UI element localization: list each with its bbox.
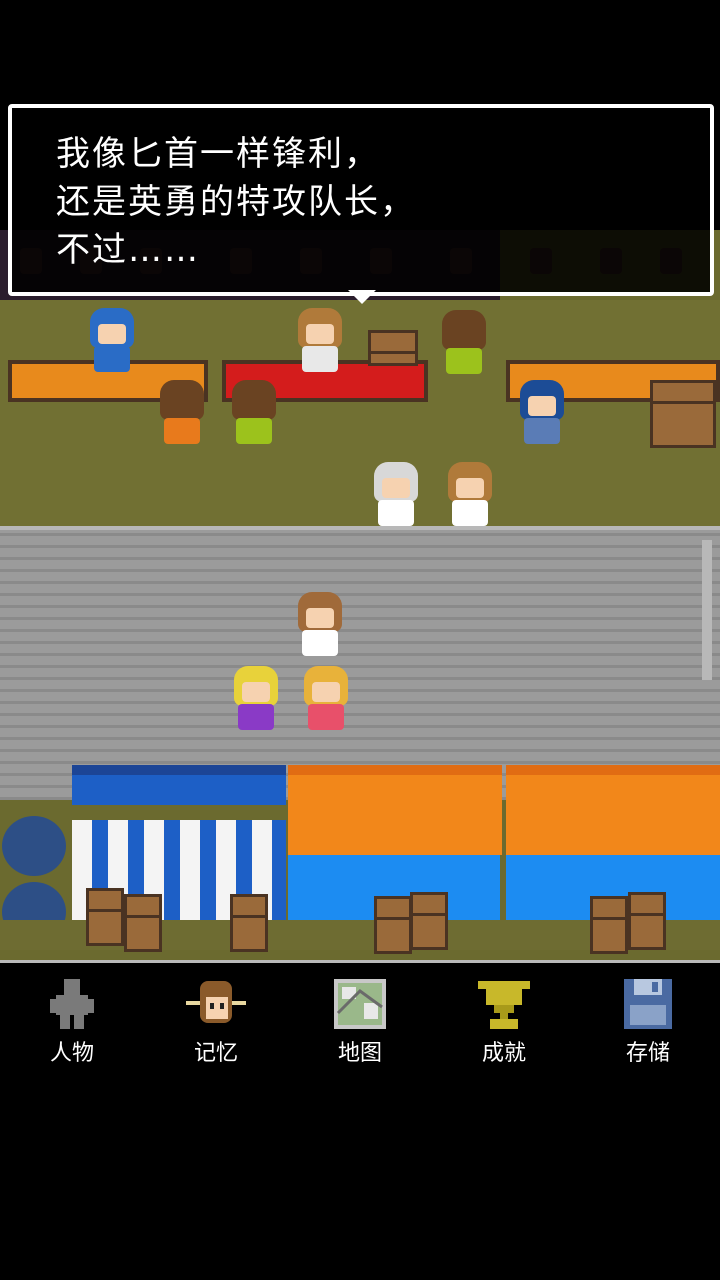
blue-stall-awning xyxy=(72,765,286,805)
npc-customer[interactable] xyxy=(226,380,282,448)
npc-blue-vendor[interactable] xyxy=(84,308,140,376)
person-silhouette-icon xyxy=(42,977,102,1031)
npc-old-man[interactable] xyxy=(368,462,424,530)
npc-brown-vendor[interactable] xyxy=(292,308,348,376)
menu-character-button[interactable]: 人物 xyxy=(12,977,132,1067)
game-scene[interactable] xyxy=(0,230,720,960)
dialog-line-1: 我像匕首一样锋利， xyxy=(56,134,380,174)
dialog-line-3: 不过…… xyxy=(56,230,200,270)
bush xyxy=(2,816,66,876)
npc-girl[interactable] xyxy=(442,462,498,530)
map-icon xyxy=(330,977,390,1031)
player-character[interactable] xyxy=(292,592,348,660)
dialog-box[interactable]: 我像匕首一样锋利， 还是英勇的特攻队长， 不过…… xyxy=(8,104,714,304)
menu-map-label: 地图 xyxy=(337,1041,382,1066)
party-member-blonde-girl[interactable] xyxy=(298,666,354,734)
crate xyxy=(374,896,412,954)
menu-map-button[interactable]: 地图 xyxy=(300,977,420,1067)
dialog-continue-arrow-icon xyxy=(348,290,376,304)
road-edge-right xyxy=(702,540,712,680)
trophy-icon xyxy=(474,977,534,1031)
crate xyxy=(124,894,162,952)
crate xyxy=(230,894,268,952)
npc-horned-customer[interactable] xyxy=(436,310,492,378)
orange-stall-awning xyxy=(288,765,502,855)
memory-face-icon xyxy=(186,977,246,1031)
crate xyxy=(86,888,124,946)
crate xyxy=(410,892,448,950)
stall-crate xyxy=(650,380,716,448)
stone-road xyxy=(0,530,720,800)
crate xyxy=(628,892,666,950)
crate xyxy=(590,896,628,954)
floppy-disk-icon xyxy=(618,977,678,1031)
bottom-menu: 人物 记忆 地图 成就 存储 xyxy=(0,960,720,1070)
menu-memory-label: 记忆 xyxy=(193,1041,238,1066)
npc-cap-vendor[interactable] xyxy=(514,380,570,448)
menu-achievement-button[interactable]: 成就 xyxy=(444,977,564,1067)
dialog-line-2: 还是英勇的特攻队长， xyxy=(56,182,416,222)
menu-save-label: 存储 xyxy=(625,1041,670,1066)
menu-achievement-label: 成就 xyxy=(481,1041,526,1066)
party-member-blonde-boy[interactable] xyxy=(228,666,284,734)
menu-memory-button[interactable]: 记忆 xyxy=(156,977,276,1067)
npc-customer[interactable] xyxy=(154,380,210,448)
stall-crate xyxy=(368,330,418,366)
menu-save-button[interactable]: 存储 xyxy=(588,977,708,1067)
orange-stall-awning xyxy=(506,765,720,855)
menu-character-label: 人物 xyxy=(49,1041,94,1066)
